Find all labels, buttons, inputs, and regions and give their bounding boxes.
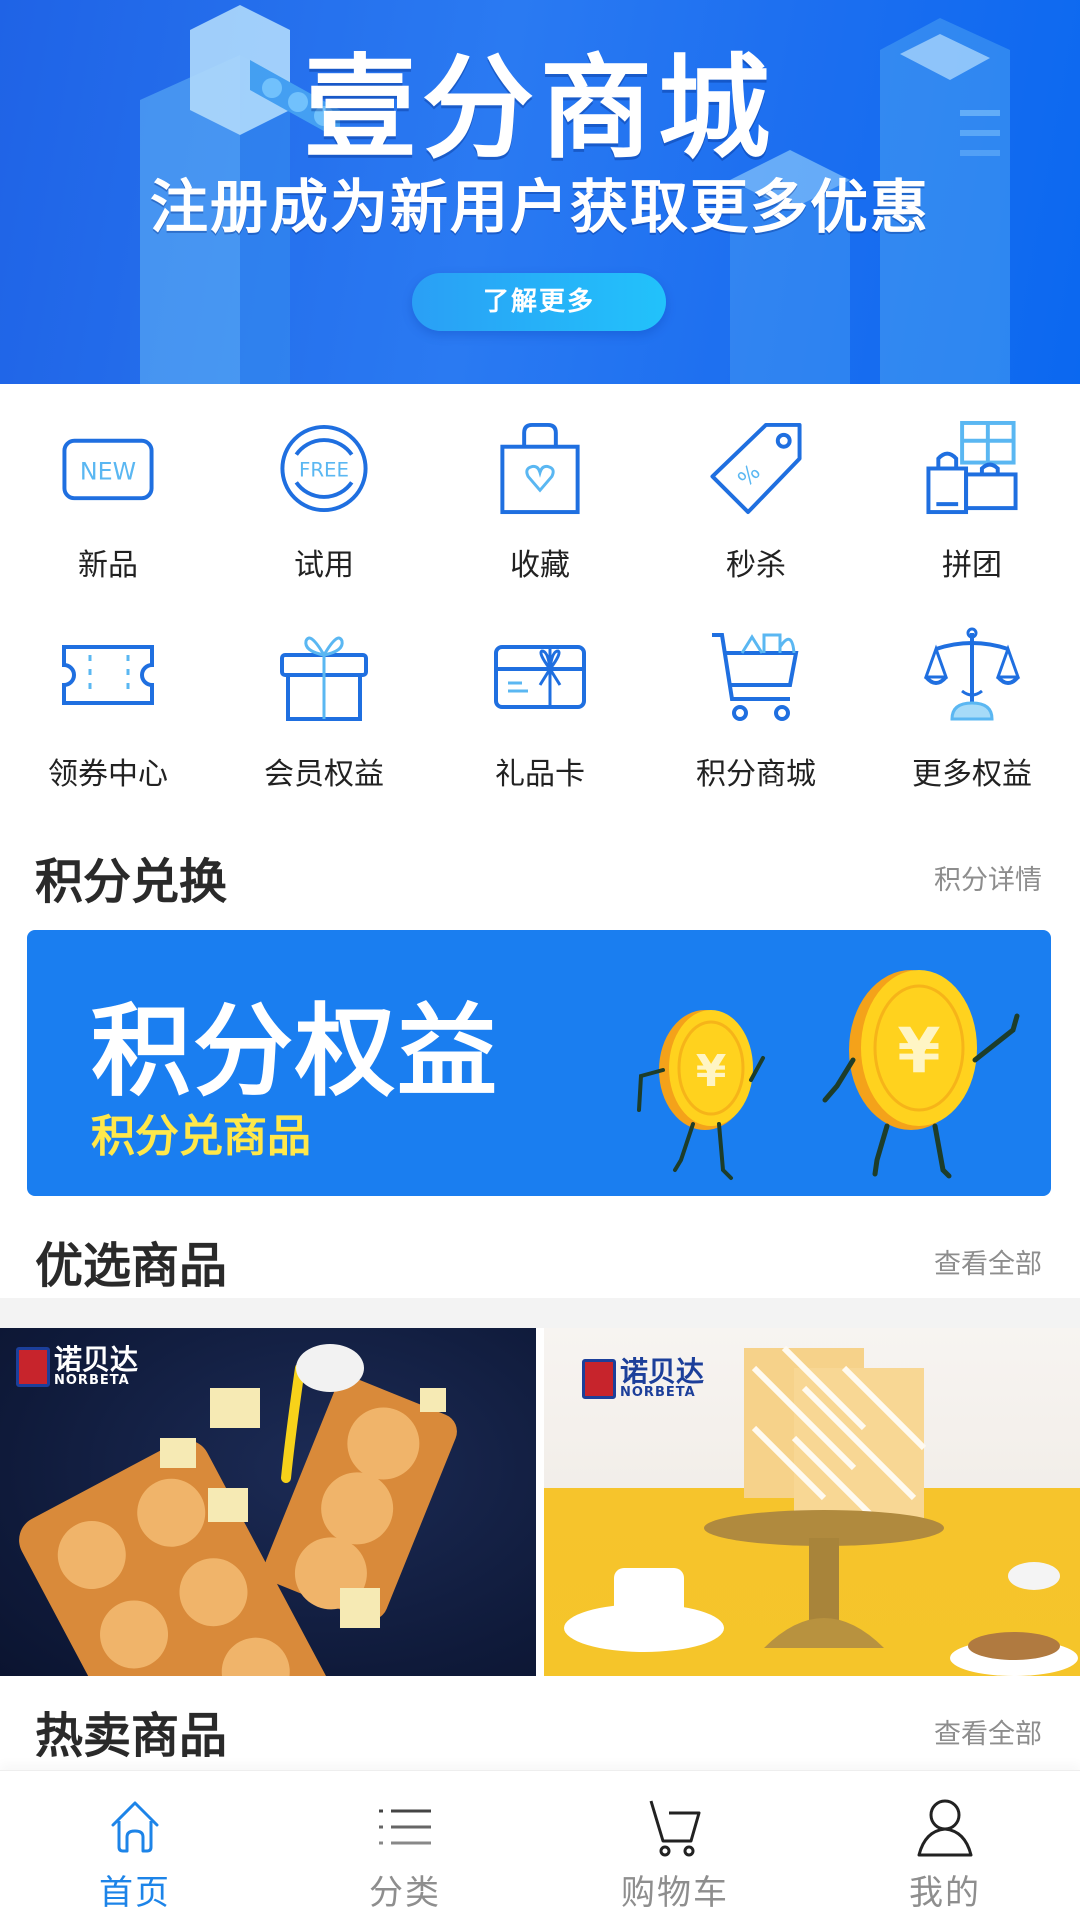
section-title: 积分兑换: [35, 854, 228, 910]
menu-item-coupon-center[interactable]: 领券中心: [0, 600, 216, 800]
product-card[interactable]: 诺贝达 NORBETA: [544, 1328, 1080, 1676]
menu-label: 领券中心: [48, 757, 168, 792]
view-all-hot-link[interactable]: 查看全部: [934, 1712, 1042, 1751]
banner-subtitle: 注册成为新用户获取更多优惠: [149, 173, 930, 241]
scale-icon: [923, 627, 1021, 721]
menu-item-favorites[interactable]: 收藏: [432, 384, 648, 584]
menu-label: 积分商城: [696, 757, 816, 792]
menu-item-group-buy[interactable]: 拼团: [864, 384, 1080, 584]
cart-icon: [649, 1800, 701, 1857]
points-section-header: 积分兑换 积分详情: [0, 824, 1080, 914]
svg-text:%: %: [734, 460, 766, 492]
heart-bag-icon: [500, 422, 580, 515]
free-badge-icon: FREE: [280, 424, 368, 513]
tab-label: 我的: [909, 1873, 981, 1913]
view-all-featured-link[interactable]: 查看全部: [934, 1242, 1042, 1281]
points-banner-subtitle: 积分兑商品: [91, 1111, 311, 1162]
bottom-tab-bar: 首页 分类 购物车 我的: [0, 1770, 1080, 1920]
tab-home[interactable]: 首页: [0, 1771, 270, 1920]
menu-item-member-benefits[interactable]: 会员权益: [216, 600, 432, 800]
menu-item-gift-card[interactable]: 礼品卡: [432, 600, 648, 800]
hero-banner[interactable]: 壹分商城 注册成为新用户获取更多优惠 了解更多: [0, 0, 1080, 384]
shopping-cart-icon: [712, 633, 799, 721]
user-icon: [917, 1799, 973, 1857]
featured-section-header: 优选商品 查看全部: [0, 1208, 1080, 1298]
hot-section-header: 热卖商品 查看全部: [0, 1678, 1080, 1768]
menu-label: 秒杀: [726, 548, 786, 583]
price-tag-icon: %: [710, 422, 802, 515]
coupon-icon: [62, 645, 154, 705]
points-details-link[interactable]: 积分详情: [934, 858, 1042, 897]
tab-profile[interactable]: 我的: [810, 1771, 1080, 1920]
tab-label: 首页: [99, 1873, 171, 1913]
points-benefits-banner[interactable]: 积分权益 积分兑商品 ¥ ¥: [27, 930, 1051, 1196]
new-badge-icon: NEW: [62, 438, 154, 501]
svg-text:¥: ¥: [696, 1046, 727, 1097]
menu-label: 会员权益: [264, 757, 384, 792]
section-title: 优选商品: [35, 1238, 228, 1294]
menu-item-trial[interactable]: FREE 试用: [216, 384, 432, 584]
menu-label: 更多权益: [912, 757, 1032, 792]
group-shopping-icon: [926, 420, 1018, 515]
list-icon: [379, 1809, 431, 1845]
svg-text:NEW: NEW: [80, 457, 136, 485]
tab-label: 购物车: [621, 1873, 729, 1913]
svg-text:FREE: FREE: [299, 458, 349, 481]
menu-item-new[interactable]: NEW 新品: [0, 384, 216, 584]
menu-item-flash-sale[interactable]: % 秒杀: [648, 384, 864, 584]
tab-cart[interactable]: 购物车: [540, 1771, 810, 1920]
quick-menu-grid: NEW 新品 FREE 试用 收藏 % 秒杀 拼团 领券中心 会员权益 礼品卡 …: [0, 384, 1080, 824]
banner-title: 壹分商城: [304, 44, 776, 174]
menu-label: 新品: [78, 548, 138, 583]
menu-label: 拼团: [942, 548, 1002, 583]
section-title: 热卖商品: [35, 1708, 228, 1764]
menu-item-more-benefits[interactable]: 更多权益: [864, 600, 1080, 800]
svg-text:¥: ¥: [897, 1014, 940, 1087]
gift-card-icon: [494, 645, 586, 709]
section-divider: [0, 1298, 1080, 1328]
home-icon: [111, 1801, 159, 1853]
menu-label: 收藏: [510, 548, 570, 583]
menu-item-points-mall[interactable]: 积分商城: [648, 600, 864, 800]
product-card[interactable]: 诺贝达 NORBETA: [0, 1328, 536, 1676]
menu-label: 试用: [294, 548, 354, 583]
learn-more-button[interactable]: 了解更多: [412, 273, 666, 331]
brand-logo: 诺贝达 NORBETA: [582, 1358, 704, 1399]
coin-mascot-small: ¥: [637, 1010, 765, 1180]
menu-label: 礼品卡: [495, 757, 585, 792]
tab-category[interactable]: 分类: [270, 1771, 540, 1920]
coin-mascot-large: ¥: [822, 970, 1020, 1179]
points-banner-title: 积分权益: [91, 993, 499, 1110]
gift-box-icon: [280, 636, 368, 721]
tab-label: 分类: [369, 1873, 441, 1913]
egg-waffle-product-image: [19, 1344, 457, 1676]
